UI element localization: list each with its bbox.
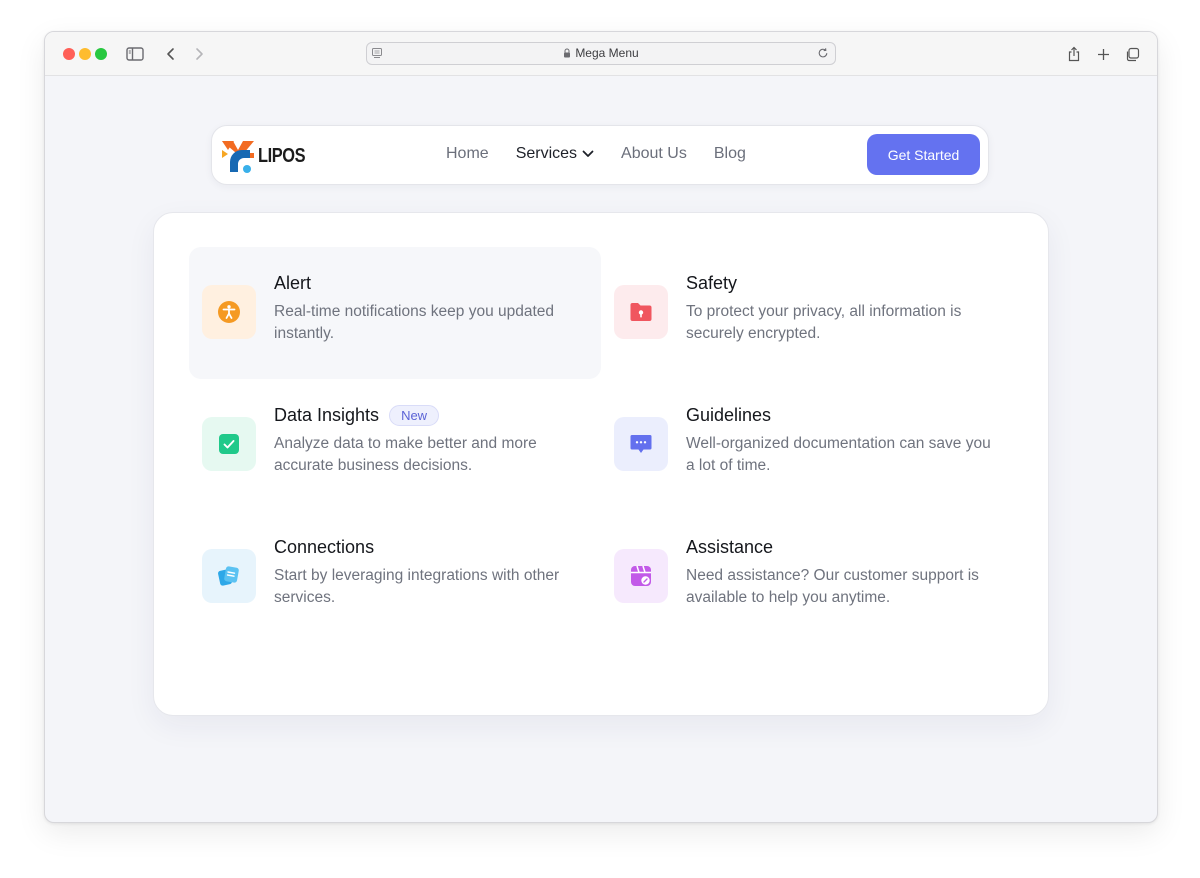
maximize-window-button[interactable] [95, 48, 107, 60]
brand-logo[interactable]: LIPOS [220, 138, 316, 174]
address-bar[interactable]: Mega Menu [366, 42, 836, 65]
close-window-button[interactable] [63, 48, 75, 60]
menu-item-description: Need assistance? Our customer support is… [686, 567, 979, 606]
checkbox-icon [202, 417, 256, 471]
tab-overview-icon[interactable] [1121, 43, 1143, 65]
new-badge: New [389, 405, 440, 426]
calendar-edit-icon [614, 549, 668, 603]
nav-link-services[interactable]: Services [516, 145, 594, 163]
accessibility-icon [202, 285, 256, 339]
menu-item-title: Guidelines [686, 405, 772, 425]
menu-item-data-insights[interactable]: Data Insights New Analyze data to make b… [189, 379, 601, 511]
menu-item-description: Analyze data to make better and more acc… [274, 435, 537, 474]
menu-item-description: Well-organized documentation can save yo… [686, 435, 991, 474]
menu-item-title: Alert [274, 273, 312, 293]
menu-item-assistance[interactable]: Assistance Need assistance? Our customer… [601, 511, 1013, 643]
get-started-button[interactable]: Get Started [867, 134, 980, 175]
reload-icon[interactable] [817, 46, 829, 64]
menu-item-description: Start by leveraging integrations with ot… [274, 567, 560, 606]
menu-item-title: Connections [274, 537, 375, 557]
menu-item-safety[interactable]: Safety To protect your privacy, all info… [601, 247, 1013, 379]
nav-link-about[interactable]: About Us [621, 145, 687, 163]
chat-bubble-icon [614, 417, 668, 471]
menu-item-alert[interactable]: Alert Real-time notifications keep you u… [189, 247, 601, 379]
minimize-window-button[interactable] [79, 48, 91, 60]
menu-item-title: Assistance [686, 537, 774, 557]
sidebar-toggle-icon[interactable] [124, 43, 146, 65]
forward-icon[interactable] [188, 43, 210, 65]
browser-window: Mega Menu LIPOS Home Services About Us B… [44, 31, 1158, 823]
lock-icon [563, 47, 571, 61]
menu-item-title: Safety [686, 273, 738, 293]
folder-lock-icon [614, 285, 668, 339]
new-tab-icon[interactable] [1092, 43, 1114, 65]
page-title: Mega Menu [575, 46, 639, 60]
nav-link-home[interactable]: Home [446, 145, 489, 163]
menu-item-description: To protect your privacy, all information… [686, 303, 962, 342]
nav-links: Home Services About Us Blog [446, 145, 773, 163]
back-icon[interactable] [160, 43, 182, 65]
chevron-down-icon [582, 150, 594, 157]
site-navbar: LIPOS Home Services About Us Blog Get St… [211, 125, 989, 185]
logo-text: LIPOS [258, 144, 306, 167]
share-icon[interactable] [1063, 43, 1085, 65]
cards-icon [202, 549, 256, 603]
menu-item-guidelines[interactable]: Guidelines Well-organized documentation … [601, 379, 1013, 511]
menu-item-connections[interactable]: Connections Start by leveraging integrat… [189, 511, 601, 643]
lipos-logo-icon [222, 141, 254, 173]
menu-item-title: Data Insights [274, 405, 380, 425]
nav-link-services-label: Services [515, 145, 578, 162]
menu-item-description: Real-time notifications keep you updated… [274, 303, 555, 342]
nav-link-blog[interactable]: Blog [714, 145, 746, 163]
mega-menu-panel: Alert Real-time notifications keep you u… [153, 212, 1049, 716]
browser-toolbar: Mega Menu [45, 32, 1157, 76]
